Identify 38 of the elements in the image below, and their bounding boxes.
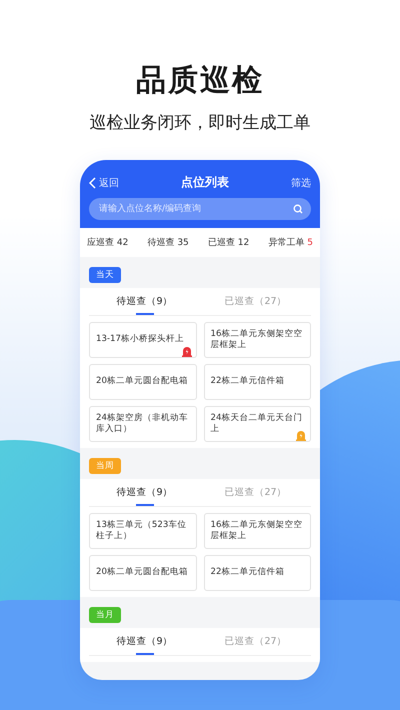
location-name: 24栋天台二单元天台门上 — [210, 412, 304, 436]
location-card[interactable]: 16栋二单元东侧架空空层框架上 — [204, 513, 311, 549]
location-card[interactable]: 13栋三单元（523车位柱子上） — [89, 513, 196, 549]
location-card[interactable]: 22栋二单元信件箱 — [204, 364, 311, 400]
tab[interactable]: 待巡查（9） — [89, 479, 200, 506]
stat-count[interactable]: 已巡查 12 — [208, 236, 250, 249]
location-name: 22栋二单元信件箱 — [210, 567, 284, 579]
location-card[interactable]: 22栋二单元信件箱 — [204, 555, 311, 591]
location-card[interactable]: 24栋架空房（非机动车库入口） — [89, 406, 196, 442]
tab[interactable]: 待巡查（9） — [89, 288, 200, 315]
search-icon — [293, 204, 303, 214]
period-tag: 当天 — [89, 267, 121, 283]
location-card[interactable]: 13-17栋小桥探头杆上 — [89, 322, 196, 358]
subtitle: 巡检业务闭环，即时生成工单 — [90, 112, 310, 134]
back-icon — [89, 176, 96, 188]
location-card[interactable]: 20栋二单元圆台配电箱 — [89, 364, 196, 400]
period-tag: 当周 — [89, 458, 121, 474]
location-card[interactable]: 16栋二单元东侧架空空层框架上 — [204, 322, 311, 358]
location-name: 20栋二单元圆台配电箱 — [96, 567, 188, 579]
location-name: 24栋架空房（非机动车库入口） — [96, 412, 189, 436]
location-name: 13栋三单元（523车位柱子上） — [96, 520, 188, 542]
period-tag: 当月 — [89, 607, 121, 623]
screen-title: 点位列表 — [181, 174, 229, 191]
location-name: 16栋二单元东侧架空空层框架上 — [210, 520, 304, 542]
stat-count[interactable]: 应巡查 42 — [87, 236, 128, 249]
filter-button[interactable]: 筛选 — [291, 176, 311, 190]
headline: 品质巡检 — [136, 62, 264, 100]
back-button[interactable]: 返回 — [89, 176, 119, 190]
location-name: 20栋二单元圆台配电箱 — [96, 376, 188, 388]
location-card[interactable]: 24栋天台二单元天台门上 — [204, 406, 311, 442]
stat-count[interactable]: 异常工单 5 — [268, 236, 313, 249]
search-field[interactable]: 请输入点位名称/编码查询 — [89, 198, 311, 220]
location-name: 13-17栋小桥探头杆上 — [96, 334, 184, 346]
location-name: 22栋二单元信件箱 — [210, 376, 284, 388]
tab[interactable]: 待巡查（9） — [89, 628, 200, 655]
location-name: 16栋二单元东侧架空空层框架上 — [210, 328, 304, 352]
stat-count[interactable]: 待巡查 35 — [147, 236, 189, 249]
location-card[interactable]: 20栋二单元圆台配电箱 — [89, 555, 196, 591]
